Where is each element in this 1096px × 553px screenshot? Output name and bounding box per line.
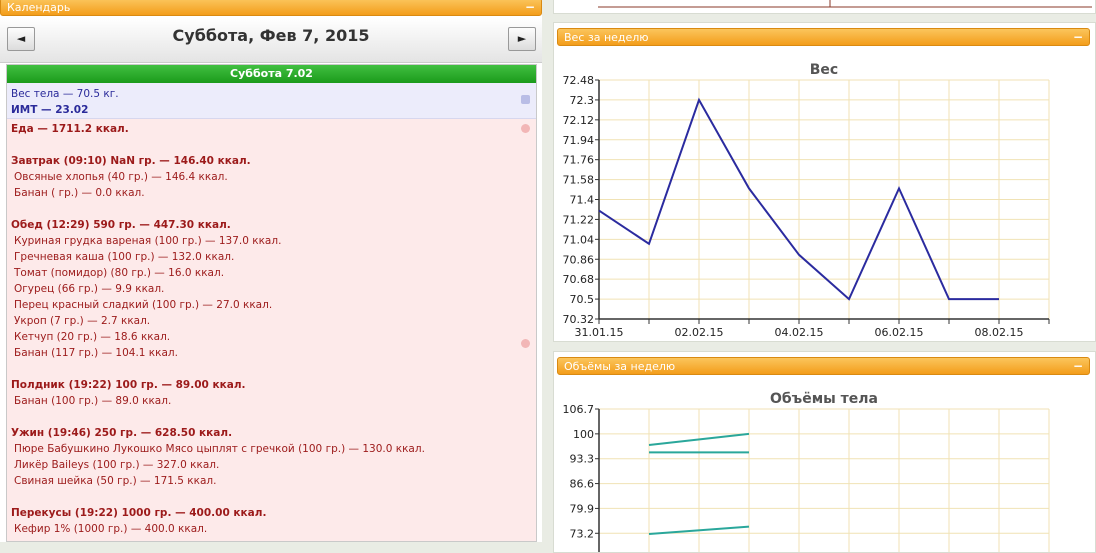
meal-list: Завтрак (09:10) NaN гр. — 146.40 ккал. Ов…	[11, 153, 532, 537]
y-tick-label: 79.9	[570, 502, 595, 515]
meal-item: Кетчуп (20 гр.) — 18.6 ккал.	[14, 331, 171, 343]
calendar-panel-header[interactable]: Календарь −	[0, 0, 542, 16]
top-chart-stub	[553, 0, 1096, 14]
meal-item: Овсяные хлопья (40 гр.) — 146.4 ккал.	[14, 171, 228, 183]
y-tick-label: 72.12	[563, 114, 595, 127]
edit-weight-icon[interactable]	[521, 95, 530, 104]
y-tick-label: 100	[573, 428, 594, 441]
weight-chart-box: Вес за неделю − Вес 72.48 72.3 72.12 71.94 71…	[553, 22, 1096, 342]
y-tick-label: 71.22	[563, 213, 595, 226]
meal-item: Огурец (66 гр.) — 9.9 ккал.	[14, 283, 165, 295]
meal-item: Кефир 1% (1000 гр.) — 400.0 ккал.	[14, 523, 208, 535]
volume-chart-box: Объёмы за неделю − Объёмы тела 106.7 100 93…	[553, 351, 1096, 553]
bmi-text: ИМТ — 23.02	[11, 104, 89, 116]
day-header[interactable]: Суббота 7.02	[7, 65, 536, 83]
body-weight-text: Вес тела — 70.5 кг.	[11, 88, 119, 100]
meal-title: Полдник (19:22) 100 гр. — 89.00 ккал.	[11, 379, 246, 391]
y-tick-label: 70.86	[563, 253, 595, 266]
day-card: Суббота 7.02 Вес тела — 70.5 кг. ИМТ — 2…	[6, 64, 537, 542]
chart-title: Вес	[810, 62, 838, 78]
collapse-icon[interactable]: −	[525, 0, 535, 16]
y-tick-label: 70.68	[563, 273, 595, 286]
food-total: Еда — 1711.2 ккал.	[11, 123, 129, 135]
meal-item: Ликёр Baileys (100 гр.) — 327.0 ккал.	[14, 459, 220, 471]
meal-item: Перец красный сладкий (100 гр.) — 27.0 к…	[14, 299, 273, 311]
meal-item: Укроп (7 гр.) — 2.7 ккал.	[14, 315, 151, 327]
meal-item: Банан (117 гр.) — 104.1 ккал.	[14, 347, 178, 359]
weight-chart: Вес 72.48 72.3 72.12 71.94 71.76 71.58 71.4 71.2…	[563, 62, 1050, 339]
x-tick-label: 04.02.15	[775, 326, 824, 339]
x-tick-label: 06.02.15	[875, 326, 924, 339]
y-tick-label: 71.04	[563, 233, 595, 246]
weight-summary[interactable]: Вес тела — 70.5 кг. ИМТ — 23.02	[7, 83, 536, 119]
y-tick-label: 71.58	[563, 174, 595, 187]
y-tick-label: 106.7	[563, 403, 595, 416]
volume-chart: Объёмы тела106.710093.386.679.973.266.5	[563, 391, 1050, 552]
charts-column: Вес за неделю − Вес 72.48 72.3 72.12 71.94 71…	[553, 0, 1096, 553]
meal-title: Перекусы (19:22) 1000 гр. — 400.00 ккал.	[11, 507, 267, 519]
edit-food-icon[interactable]	[521, 124, 530, 133]
y-tick-label: 72.3	[570, 94, 595, 107]
y-tick-label: 86.6	[570, 478, 595, 491]
y-tick-label: 70.5	[570, 293, 595, 306]
y-tick-label: 71.94	[563, 134, 595, 147]
x-tick-label: 08.02.15	[975, 326, 1024, 339]
meal-item: Куриная грудка вареная (100 гр.) — 137.0…	[14, 235, 282, 247]
meal-item: Банан ( гр.) — 0.0 ккал.	[14, 187, 145, 199]
meal-item: Гречневая каша (100 гр.) — 132.0 ккал.	[14, 251, 235, 263]
meal-item: Томат (помидор) (80 гр.) — 16.0 ккал.	[14, 267, 225, 279]
meal-title: Завтрак (09:10) NaN гр. — 146.40 ккал.	[11, 155, 251, 167]
date-navigation-bar: ◄ Суббота, Фев 7, 2015 ►	[0, 18, 542, 63]
meal-title: Ужин (19:46) 250 гр. — 628.50 ккал.	[11, 427, 233, 439]
y-tick-label: 93.3	[570, 453, 595, 466]
y-tick-label: 71.4	[570, 194, 595, 207]
meal-item: Свиная шейка (50 гр.) — 171.5 ккал.	[14, 475, 217, 487]
next-day-button[interactable]: ►	[508, 27, 536, 51]
chart-title: Объёмы тела	[770, 391, 878, 407]
x-tick-label: 02.02.15	[675, 326, 724, 339]
y-tick-label: 72.48	[563, 74, 595, 87]
y-tick-label: 73.2	[570, 527, 595, 540]
y-tick-label: 71.76	[563, 154, 595, 167]
food-summary[interactable]: Еда — 1711.2 ккал. Завтрак (09:10) NaN г…	[7, 119, 536, 539]
y-tick-label: 70.32	[563, 313, 595, 326]
calendar-panel-title: Календарь	[7, 1, 71, 14]
x-tick-label: 31.01.15	[575, 326, 624, 339]
current-date-title: Суббота, Фев 7, 2015	[172, 26, 370, 45]
meal-item: Банан (100 гр.) — 89.0 ккал.	[14, 395, 172, 407]
meal-title: Обед (12:29) 590 гр. — 447.30 ккал.	[11, 219, 231, 231]
edit-meal-icon[interactable]	[521, 339, 530, 348]
meal-item: Пюре Бабушкино Лукошко Мясо цыплят с гре…	[14, 443, 425, 455]
calendar-panel: Календарь − ◄ Суббота, Фев 7, 2015 ► Суб…	[0, 0, 542, 542]
